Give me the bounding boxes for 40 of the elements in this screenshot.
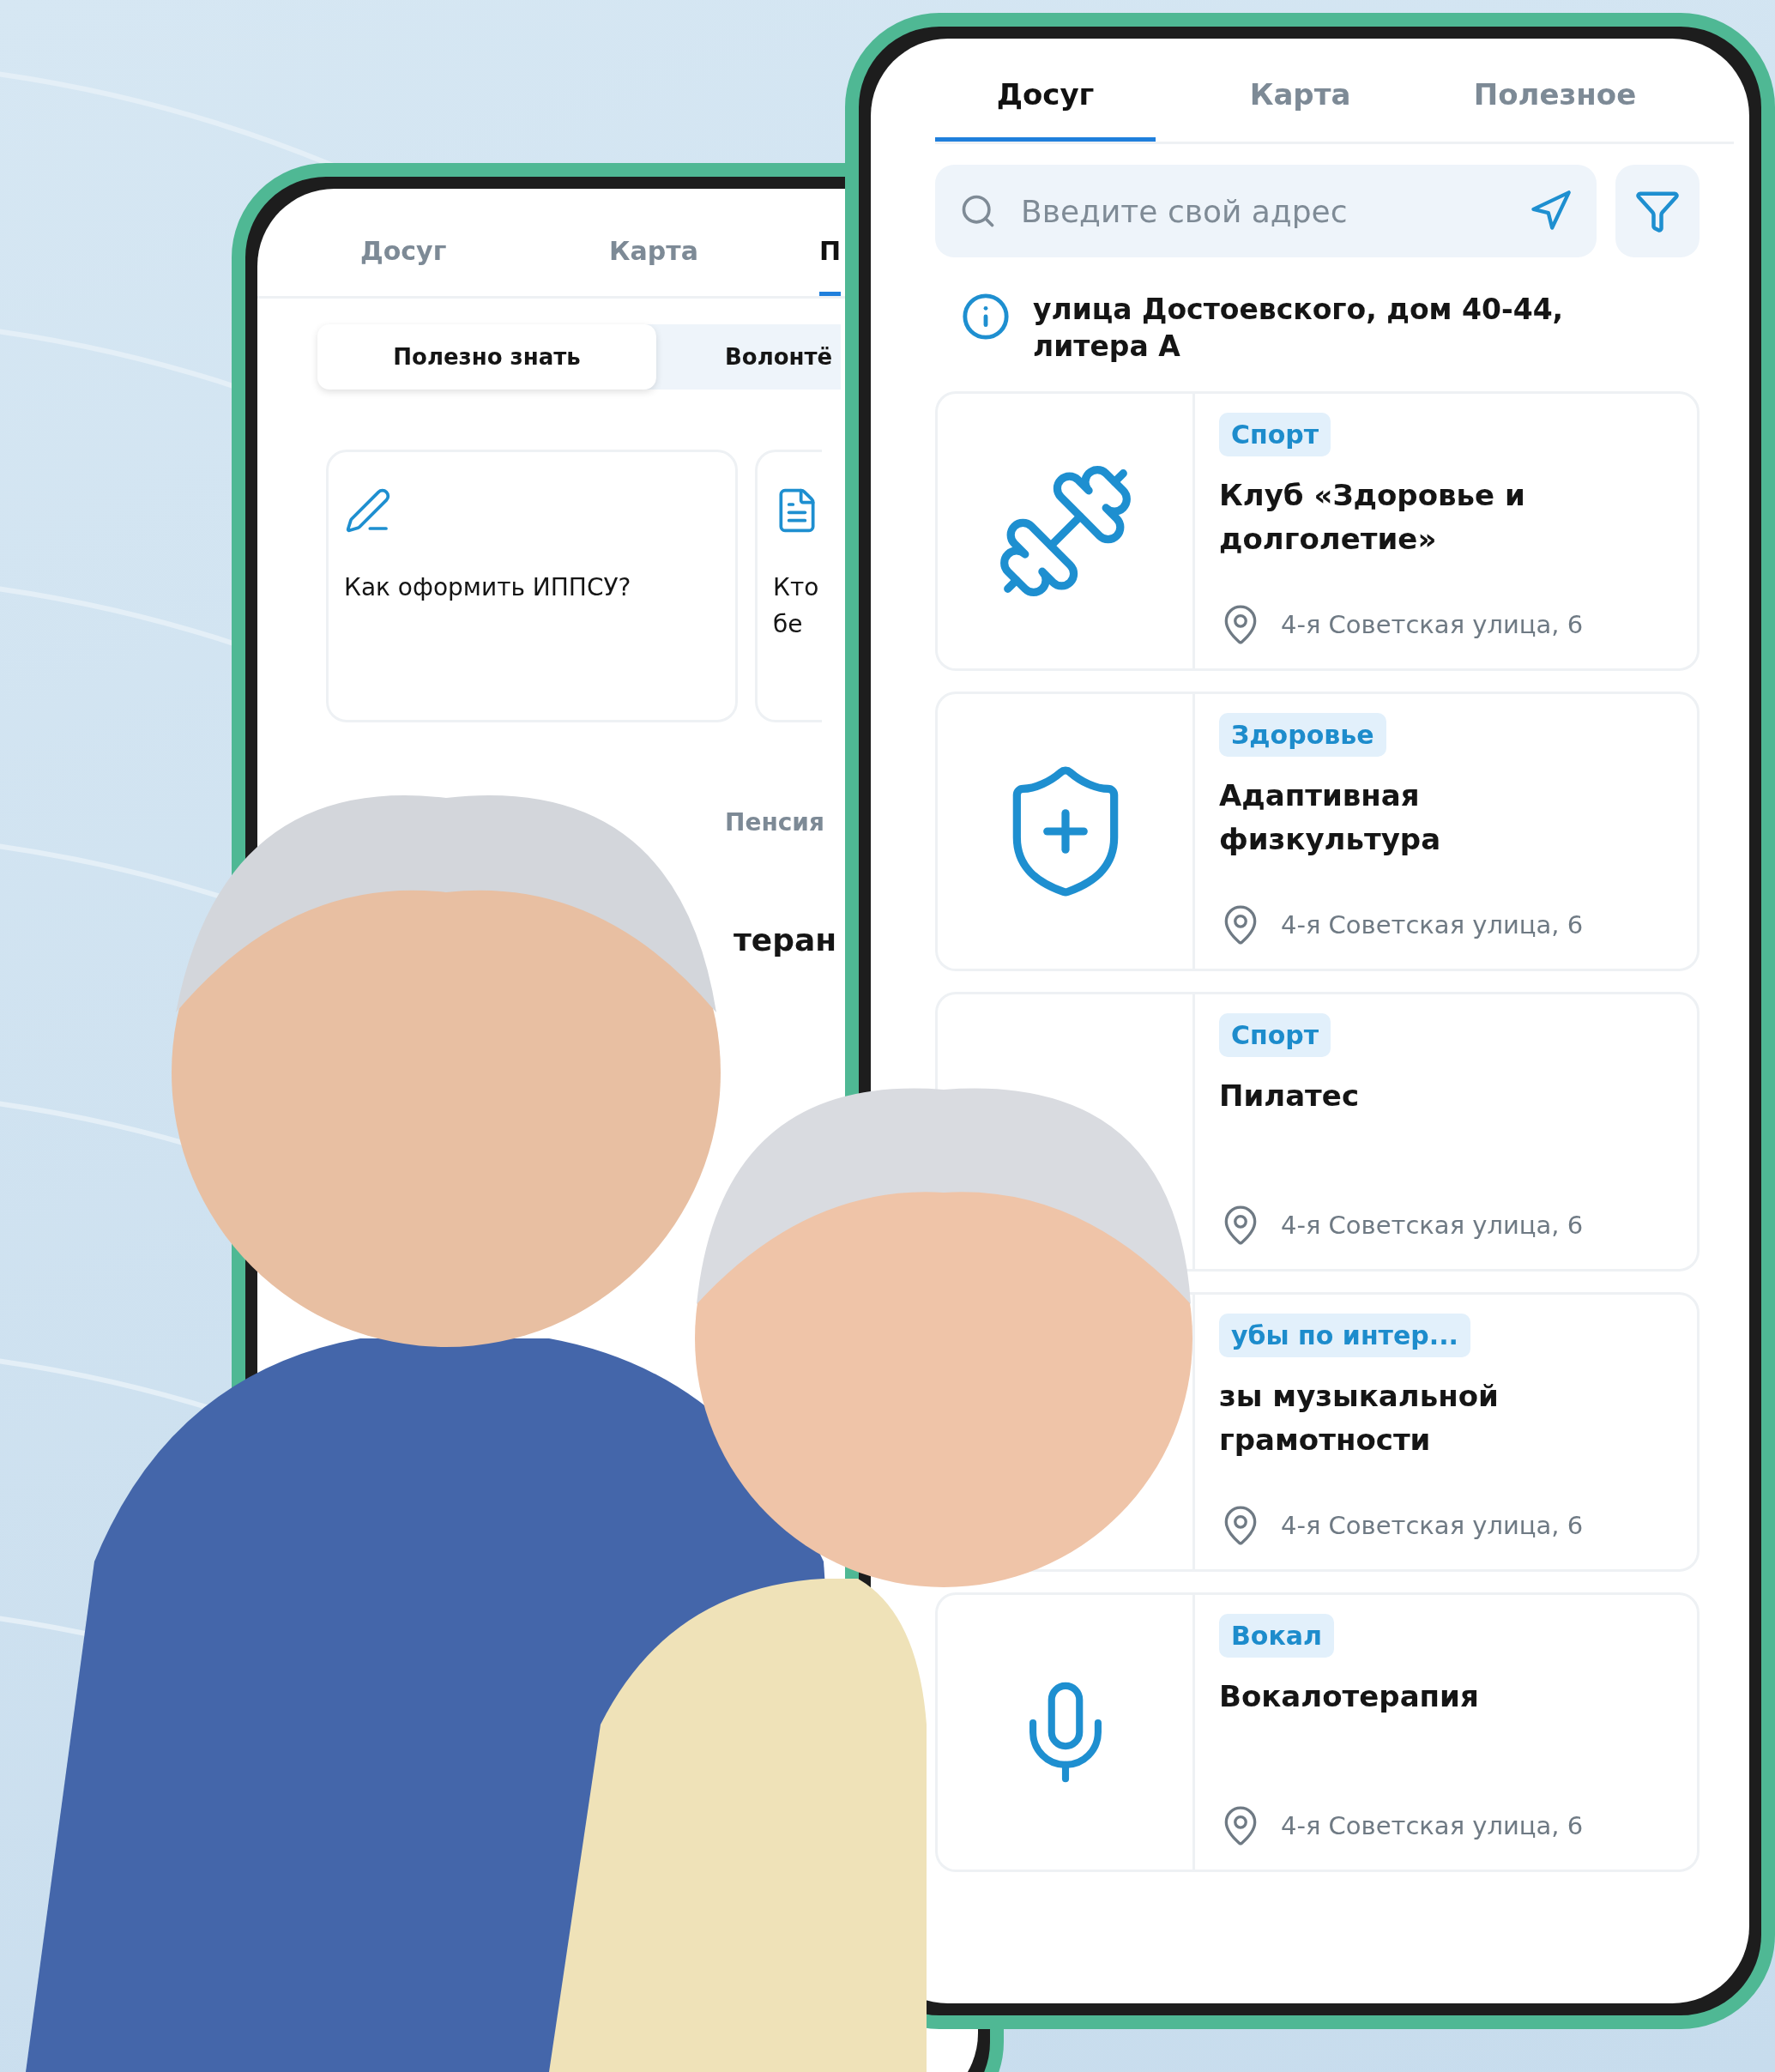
activity-address: 4-я Советская улица, 6 bbox=[1281, 1810, 1584, 1840]
filter-button[interactable] bbox=[1615, 165, 1700, 257]
info-card[interactable]: Как оформить ИППСУ? bbox=[326, 450, 738, 722]
tab[interactable]: Досуг bbox=[935, 39, 1156, 142]
activity-title: Вокалотерапия bbox=[1219, 1677, 1479, 1715]
activity-card[interactable]: Здоровье Адаптивная физкультура 4-я Советская улица, 6 bbox=[1192, 691, 1700, 971]
card-title: Как оформить ИППСУ? bbox=[344, 572, 632, 603]
activity-address: 4-я Советская улица, 6 bbox=[1281, 1510, 1584, 1540]
activity-address: 4-я Советская улица, 6 bbox=[1281, 909, 1584, 939]
category-tag: Здоровье bbox=[1219, 712, 1386, 757]
activity-title: зы музыкальной грамотности bbox=[1219, 1377, 1500, 1459]
category-tag: Вокал bbox=[1219, 1613, 1335, 1658]
activity-address: 4-я Советская улица, 6 bbox=[1281, 1210, 1584, 1240]
category-tag: Спорт bbox=[1219, 412, 1331, 456]
segment-tab[interactable]: Полезно знать bbox=[317, 324, 656, 390]
category-tag: убы по интер... bbox=[1219, 1313, 1470, 1357]
selected-address: улица Достоевского, дом 40-44, литера А bbox=[1033, 292, 1565, 365]
activity-title: Адаптивная физкультура bbox=[1219, 776, 1442, 858]
tab[interactable]: Карта bbox=[1190, 39, 1410, 142]
card-title: Кто бе bbox=[773, 572, 820, 641]
activity-card[interactable]: Вокал Вокалотерапия 4-я Советская улица, 6 bbox=[1192, 1592, 1700, 1872]
activity-address: 4-я Советская улица, 6 bbox=[1281, 609, 1584, 639]
activity-card[interactable]: Спорт Клуб «Здоровье и долголетие» 4-я Советская улица, 6 bbox=[1192, 390, 1700, 671]
category-tag: Спорт bbox=[1219, 1012, 1331, 1057]
activity-title: Пилатес bbox=[1219, 1077, 1360, 1115]
address-search-field[interactable]: Введите свой адрес bbox=[935, 165, 1597, 257]
article-title: теран bbox=[734, 922, 837, 957]
address-input[interactable]: Введите свой адрес bbox=[1019, 192, 1506, 230]
tab[interactable]: Досуг bbox=[360, 236, 447, 296]
activity-title: Клуб «Здоровье и долголетие» bbox=[1219, 476, 1526, 558]
tab[interactable]: П bbox=[819, 236, 842, 296]
activity-card[interactable]: Спорт Пилатес 4-я Советская улица, 6 bbox=[1192, 991, 1700, 1272]
info-icon bbox=[961, 292, 1011, 341]
pen-icon bbox=[344, 486, 392, 535]
section-tab[interactable]: Пенсия bbox=[725, 808, 824, 837]
segment-tab[interactable]: Волонтё bbox=[656, 324, 841, 390]
activity-card[interactable]: убы по интер... зы музыкальной грамотности 4-я Советская улица, 6 bbox=[1192, 1291, 1700, 1572]
tab[interactable]: Полезное bbox=[1445, 39, 1665, 142]
info-card[interactable]: Кто бе bbox=[755, 450, 822, 722]
tab[interactable]: Карта bbox=[609, 236, 698, 296]
